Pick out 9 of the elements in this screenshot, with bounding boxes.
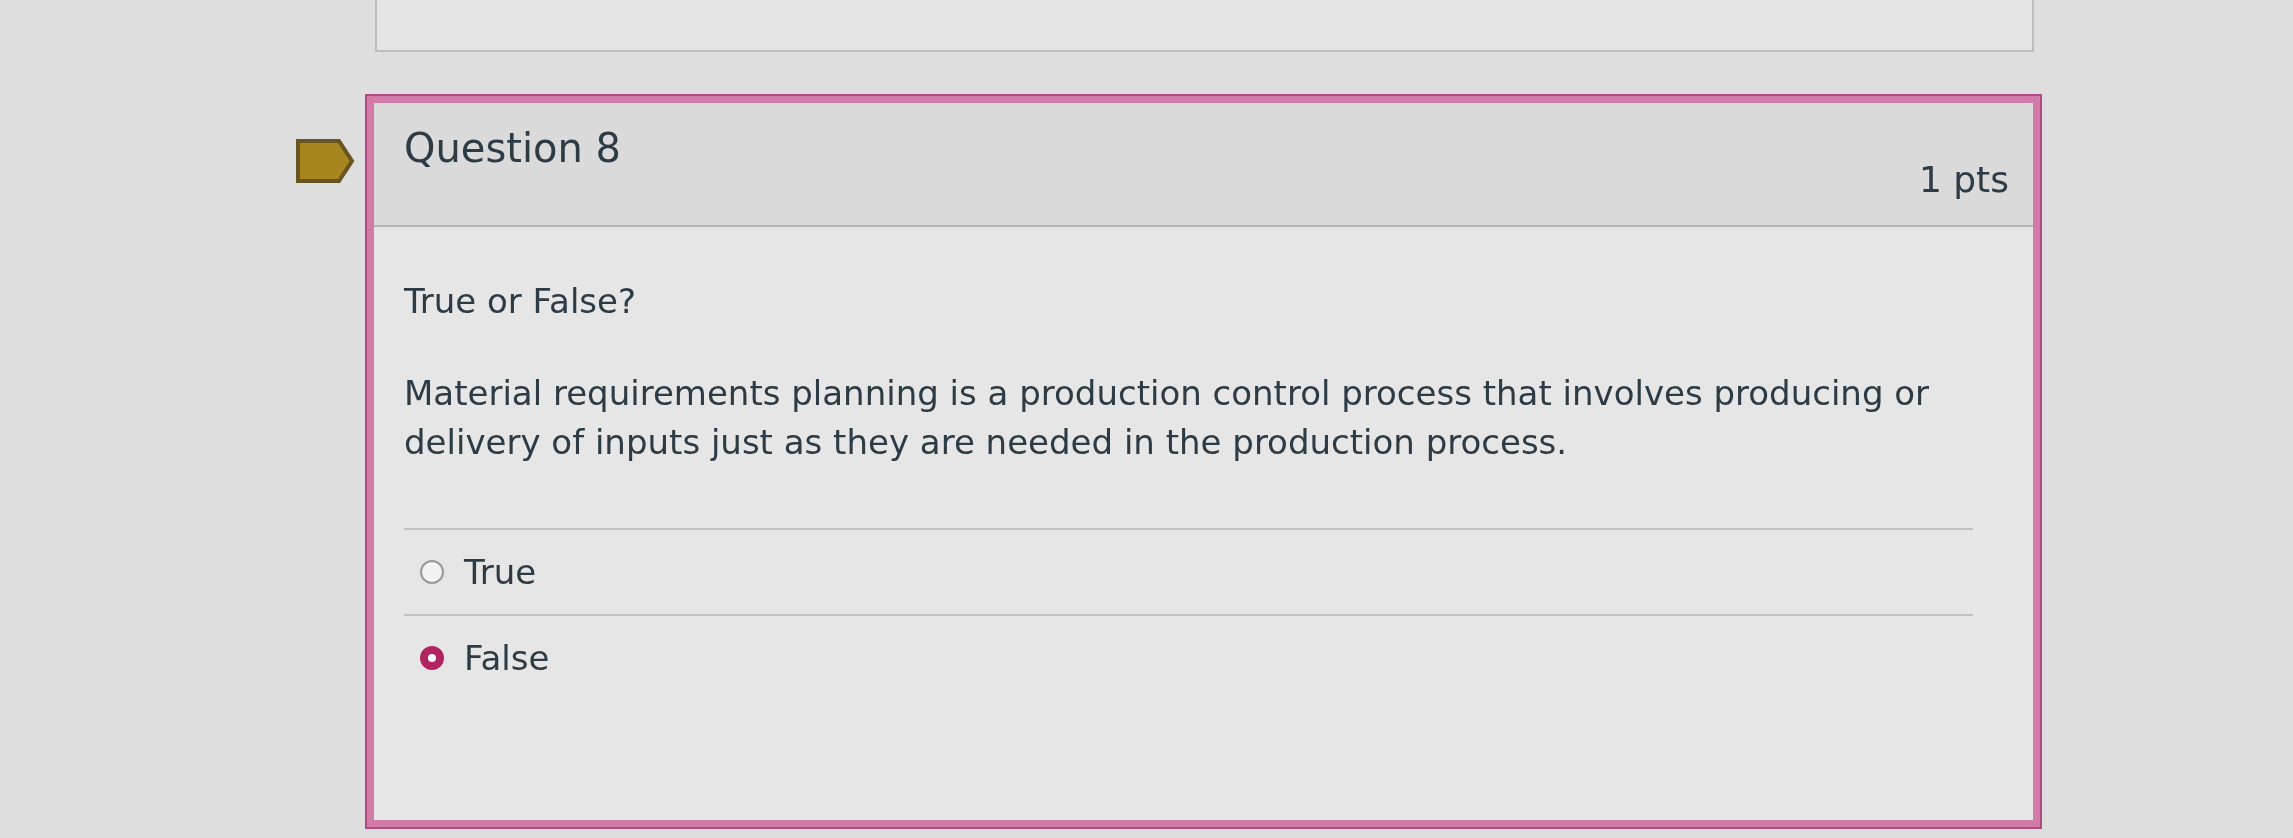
question-text: Material requirements planning is a production control process that involves producing or delivery of inputs just as they are needed in the production process. <box>404 372 1931 465</box>
radio-button[interactable] <box>420 645 444 670</box>
flag-icon[interactable] <box>295 138 355 184</box>
points-label: 1 pts <box>1918 159 2009 200</box>
question-prompt: True or False? <box>404 281 637 321</box>
radio-button[interactable] <box>420 559 444 584</box>
answer-label[interactable]: False <box>464 637 550 678</box>
answer-label[interactable]: True <box>464 551 537 592</box>
question-title: Question 8 <box>404 125 622 171</box>
